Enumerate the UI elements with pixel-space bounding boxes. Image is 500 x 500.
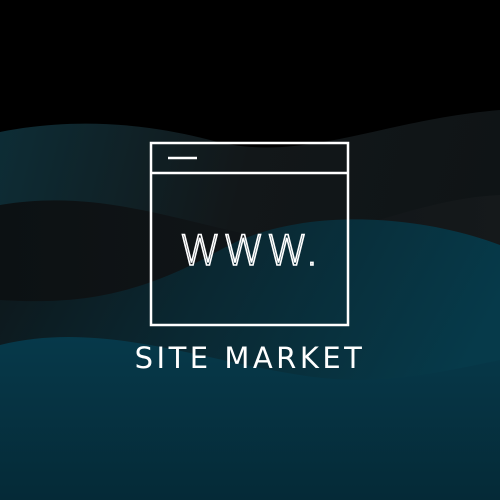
logo-canvas: WWW. SITE MARKET bbox=[0, 0, 500, 500]
brand-name: SITE MARKET bbox=[134, 341, 366, 375]
browser-window-icon: WWW. bbox=[149, 141, 350, 327]
url-mark-text: WWW. bbox=[179, 226, 320, 275]
